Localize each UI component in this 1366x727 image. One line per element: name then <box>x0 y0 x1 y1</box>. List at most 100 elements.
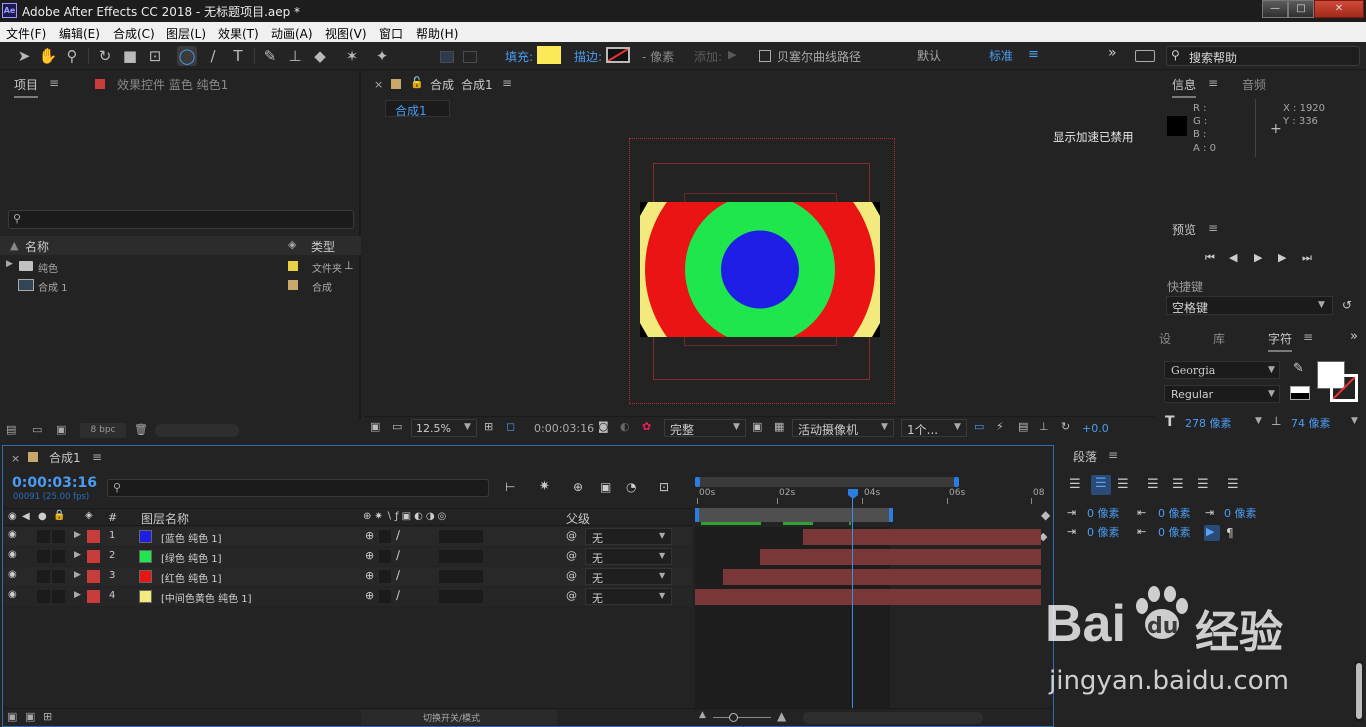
roto-brush-tool-icon[interactable]: ✶ <box>342 46 362 66</box>
justify-all-icon[interactable]: ☰ <box>1227 477 1239 492</box>
info-menu-icon[interactable]: ≡ <box>1208 76 1218 90</box>
project-menu-icon[interactable]: ≡ <box>49 76 59 90</box>
menu-effect[interactable]: 效果(T) <box>218 25 259 42</box>
more-workspaces-icon[interactable]: » <box>1108 45 1117 61</box>
brush-tool-icon[interactable]: ✎ <box>260 46 280 66</box>
ellipse-tool-icon[interactable]: ◯ <box>177 46 197 66</box>
lock-box[interactable] <box>52 570 65 583</box>
list-item[interactable]: ▶ 纯色 文件夹 ⊥ <box>0 257 361 276</box>
table-row[interactable]: ◉ ▶ 1 [蓝色 纯色 1] ⊕ ∕ @ 无 ▼ <box>3 527 692 546</box>
snapshot-icon[interactable]: ◙ <box>598 420 609 433</box>
char-menu-icon[interactable]: ≡ <box>1303 330 1313 344</box>
project-search-input[interactable]: ⚲ <box>8 210 354 229</box>
collapse-switch[interactable] <box>379 530 391 543</box>
rotate-tool-icon[interactable]: ↻ <box>95 46 115 66</box>
hand-tool-icon[interactable]: ✋ <box>38 46 58 66</box>
workspace-default[interactable]: 默认 <box>917 47 941 64</box>
switches-boxes[interactable] <box>439 550 483 563</box>
layer-duration-bar[interactable] <box>803 529 1041 545</box>
layer-duration-bar[interactable] <box>723 569 1041 585</box>
timeline-icon[interactable]: ▤ <box>1018 420 1028 433</box>
paragraph-menu-icon[interactable]: ≡ <box>1108 448 1118 462</box>
quality-switch-icon[interactable]: ∕ <box>396 568 400 582</box>
project-scrollbar[interactable] <box>155 424 239 437</box>
comp-canvas[interactable] <box>640 202 880 337</box>
flowchart-icon[interactable]: ⊥ <box>1039 420 1049 433</box>
grid-icon[interactable]: ⊞ <box>484 420 493 433</box>
menu-file[interactable]: 文件(F) <box>6 25 46 42</box>
shy-layers-icon[interactable]: ⊕ <box>573 480 583 494</box>
transfer-controls-icon[interactable]: ▣ <box>25 710 35 723</box>
align-left-icon[interactable]: ☰ <box>1069 477 1081 492</box>
quality-switch-icon[interactable]: ∕ <box>396 588 400 602</box>
mask-visibility-icon[interactable]: ◻ <box>506 420 515 433</box>
eyedropper-icon[interactable]: ✎ <box>1293 361 1304 376</box>
zoom-in-icon[interactable]: ▲ <box>777 709 786 723</box>
pickwhip-icon[interactable]: @ <box>566 549 577 562</box>
align-center-button[interactable]: ☰ <box>1091 475 1111 495</box>
monitor-icon[interactable]: ▭ <box>392 420 402 433</box>
fill-mode-icon[interactable] <box>440 51 454 63</box>
stroke-color-swatch[interactable] <box>606 47 630 63</box>
font-style-dropdown[interactable]: Regular ▼ <box>1164 385 1280 403</box>
pan-behind-tool-icon[interactable]: ⊡ <box>145 46 165 66</box>
layer-duration-bar[interactable] <box>695 589 1041 605</box>
stroke-color-swatch[interactable] <box>1330 374 1358 402</box>
stretch-icon[interactable]: ⊞ <box>43 710 52 723</box>
justify-center-icon[interactable]: ☰ <box>1172 477 1184 492</box>
camera-dropdown[interactable]: 活动摄像机 ▼ <box>792 419 894 437</box>
hierarchy-icon[interactable]: ⊥ <box>344 259 354 272</box>
viewer-timecode[interactable]: 0:00:03:16 <box>534 422 594 435</box>
quality-switch-icon[interactable]: ∕ <box>396 528 400 542</box>
new-comp-icon[interactable]: ▣ <box>56 423 66 436</box>
visibility-eye-icon[interactable]: ◉ <box>8 589 17 600</box>
layer-switches-icon[interactable]: ▣ <box>7 710 17 723</box>
comp-mini-flowchart-icon[interactable]: ⊢ <box>505 480 515 494</box>
layer-name[interactable]: [红色 纯色 1] <box>161 570 222 585</box>
bezier-checkbox[interactable] <box>759 50 771 62</box>
menu-composition[interactable]: 合成(C) <box>113 25 155 42</box>
shortcut-dropdown[interactable]: 空格键 ▼ <box>1166 296 1333 315</box>
collapse-switch[interactable] <box>379 590 391 603</box>
selection-tool-icon[interactable]: ➤ <box>14 46 34 66</box>
tab-character[interactable]: 字符 <box>1268 330 1293 352</box>
pickwhip-icon[interactable]: @ <box>566 589 577 602</box>
close-panel-icon[interactable]: × <box>11 452 20 465</box>
align-right-icon[interactable]: ☰ <box>1117 477 1129 492</box>
time-ruler[interactable]: 00s 02s 04s 06s 08 <box>695 488 1044 504</box>
reset-exposure-icon[interactable]: ↻ <box>1061 420 1070 433</box>
navigator-start-handle[interactable] <box>695 477 700 487</box>
menu-view[interactable]: 视图(V) <box>325 25 367 42</box>
trash-icon[interactable]: 🗑 <box>134 423 148 436</box>
layer-duration-bar[interactable] <box>760 549 1041 565</box>
timeline-menu-icon[interactable]: ≡ <box>92 450 102 464</box>
chevron-down-icon[interactable]: ▼ <box>1351 416 1358 426</box>
table-row[interactable]: ◉ ▶ 4 [中间色黄色 纯色 1] ⊕ ∕ @ 无 ▼ <box>3 587 692 606</box>
indent-right-value[interactable]: 0 像素 <box>1224 505 1257 521</box>
current-timecode[interactable]: 0:00:03:16 <box>12 475 97 491</box>
visibility-eye-icon[interactable]: ◉ <box>8 549 17 560</box>
col-name[interactable]: 名称 <box>25 238 49 255</box>
col-layer-name[interactable]: 图层名称 <box>141 510 189 527</box>
channel-icon[interactable]: ✿ <box>642 420 651 433</box>
workspace-sync-icon[interactable] <box>1135 50 1155 62</box>
type-tool-icon[interactable]: T <box>228 46 248 66</box>
comp-menu-icon[interactable]: ≡ <box>502 76 512 90</box>
region-of-interest-icon[interactable]: ▣ <box>752 420 762 433</box>
tab-settings[interactable]: 设 <box>1159 330 1171 347</box>
justify-right-icon[interactable]: ☰ <box>1197 477 1209 492</box>
eraser-tool-icon[interactable]: ◆ <box>310 46 330 66</box>
expand-icon[interactable]: ▶ <box>74 590 81 600</box>
first-line-indent-value[interactable]: 0 像素 <box>1087 524 1120 540</box>
menu-window[interactable]: 窗口 <box>379 25 403 42</box>
motion-blur-icon[interactable]: ◔ <box>626 480 636 494</box>
tab-audio[interactable]: 音频 <box>1242 76 1266 93</box>
switches-boxes[interactable] <box>439 590 483 603</box>
close-button[interactable]: ✕ <box>1314 0 1364 18</box>
workspace-standard[interactable]: 标准 <box>989 47 1013 64</box>
camera-tool-icon[interactable]: ■ <box>120 46 140 66</box>
show-snapshot-icon[interactable]: ◐ <box>620 420 630 433</box>
last-frame-icon[interactable]: ⏭ <box>1302 251 1312 265</box>
fill-none-icon[interactable] <box>463 51 477 63</box>
comp-tab[interactable]: 合成1 <box>385 100 450 118</box>
